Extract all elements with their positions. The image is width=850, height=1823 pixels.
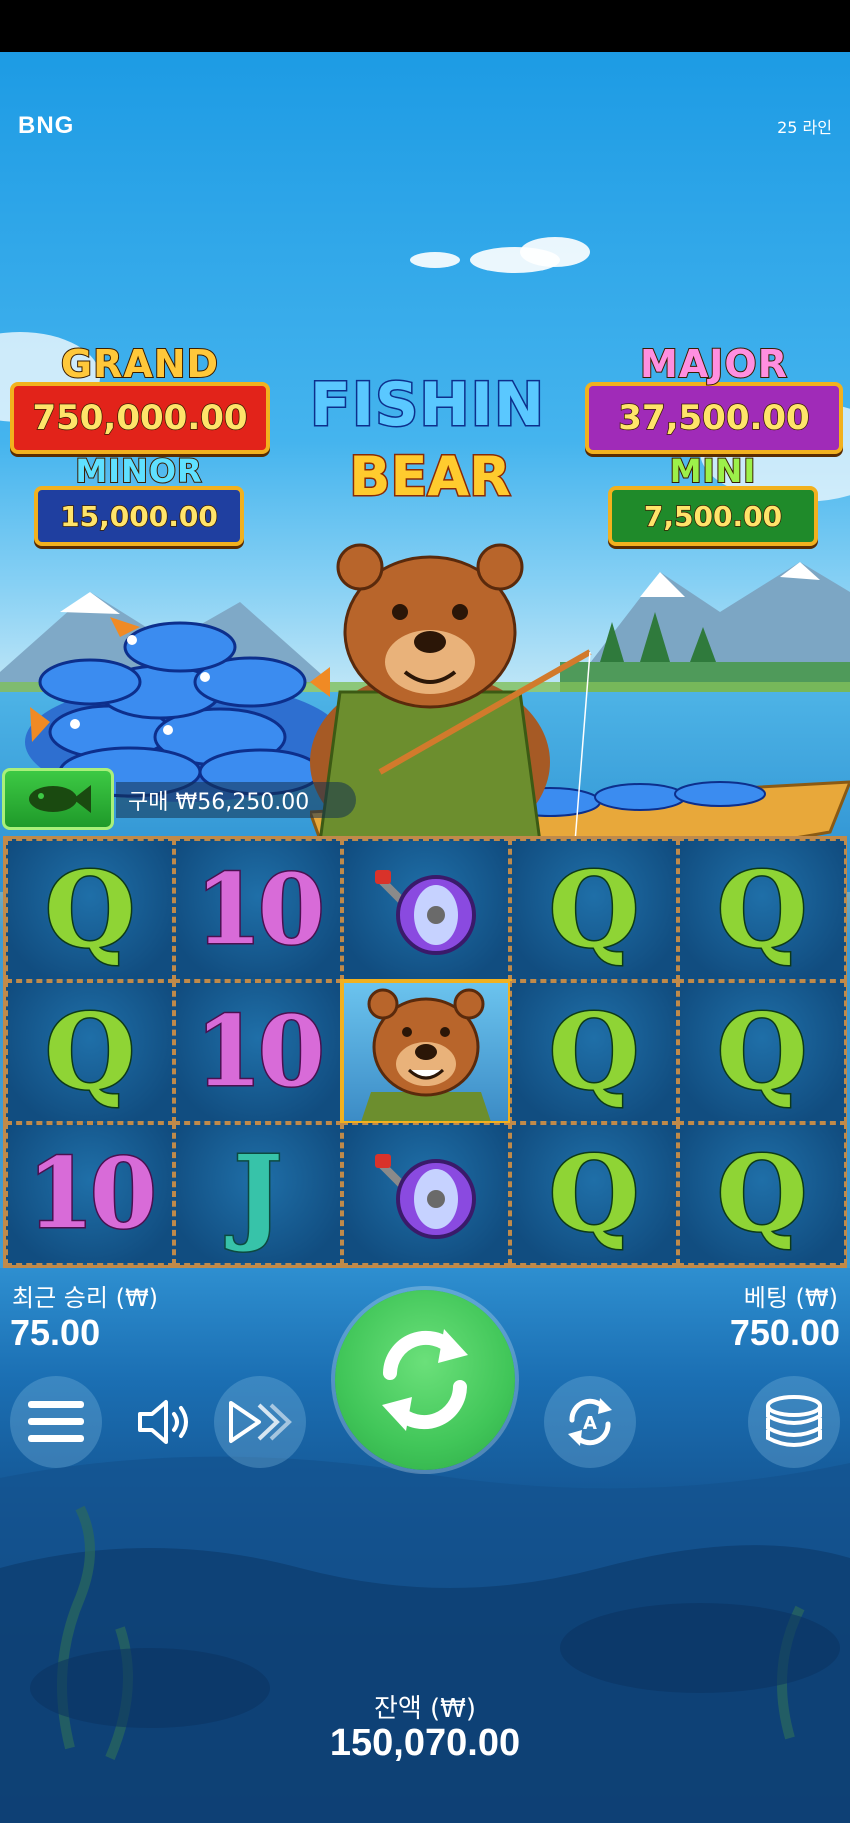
spin-button[interactable] bbox=[335, 1290, 515, 1470]
symbol-q: Q bbox=[547, 1132, 641, 1255]
coins-icon bbox=[766, 1395, 822, 1447]
sound-icon bbox=[138, 1400, 188, 1444]
jackpot-minor-value: 15,000.00 bbox=[34, 486, 244, 546]
bear-icon bbox=[361, 988, 491, 1121]
reel-cell-wild bbox=[340, 979, 512, 1125]
reel-grid: Q 10 Q Q Q 10 Q Q 10 J Q Q bbox=[3, 836, 847, 1268]
jackpot-mini-label: MINI bbox=[669, 451, 757, 491]
balance-label: 잔액 (₩) bbox=[373, 1694, 477, 1724]
provider-logo: BNG bbox=[18, 112, 75, 139]
reel-cell: 10 bbox=[174, 981, 342, 1123]
status-bar bbox=[0, 0, 850, 52]
fish-icon bbox=[29, 785, 91, 813]
symbol-j: J bbox=[232, 1132, 284, 1255]
reel-cell: Q bbox=[678, 981, 846, 1123]
autoplay-button[interactable]: A bbox=[544, 1376, 636, 1468]
jackpot-mini-value: 7,500.00 bbox=[608, 486, 818, 546]
reel-cell bbox=[342, 839, 510, 981]
jackpot-grand-label: GRAND bbox=[60, 341, 220, 387]
symbol-10: 10 bbox=[194, 853, 327, 966]
reel-cell: 10 bbox=[174, 839, 342, 981]
reel-cell bbox=[342, 1123, 510, 1265]
symbol-q: Q bbox=[43, 990, 137, 1113]
sound-button[interactable] bbox=[120, 1376, 212, 1468]
game-logo-title: FISHIN bbox=[308, 369, 546, 442]
jackpot-mini: MINI 7,500.00 bbox=[608, 451, 818, 546]
symbol-q: Q bbox=[547, 848, 641, 971]
jackpot-major-value: 37,500.00 bbox=[585, 382, 843, 454]
reel-cell: Q bbox=[510, 1123, 678, 1265]
fishing-reel-icon bbox=[375, 870, 476, 955]
symbol-10: 10 bbox=[26, 1137, 159, 1250]
turbo-icon bbox=[229, 1401, 292, 1443]
symbol-q: Q bbox=[547, 990, 641, 1113]
menu-button[interactable] bbox=[10, 1376, 102, 1468]
reel-cell: Q bbox=[678, 839, 846, 981]
last-win-label: 최근 승리 (₩) bbox=[12, 1284, 159, 1312]
reel-cell: Q bbox=[510, 839, 678, 981]
game-logo-subtitle: BEAR bbox=[348, 444, 512, 510]
buy-feature-panel: 구매 ₩56,250.00 bbox=[0, 762, 356, 830]
bet-value: 750.00 bbox=[729, 1312, 840, 1353]
symbol-10: 10 bbox=[194, 995, 327, 1108]
buy-feature-price-tag[interactable]: 구매 ₩56,250.00 bbox=[116, 782, 356, 818]
spin-icon bbox=[382, 1329, 468, 1431]
symbol-q: Q bbox=[43, 848, 137, 971]
menu-icon bbox=[28, 1401, 84, 1442]
buy-feature-label: 구매 ₩56,250.00 bbox=[128, 790, 310, 815]
symbol-q: Q bbox=[715, 848, 809, 971]
reel-cell: Q bbox=[510, 981, 678, 1123]
balance-value: 150,070.00 bbox=[329, 1722, 521, 1764]
svg-text:A: A bbox=[583, 1413, 597, 1434]
jackpot-grand-value: 750,000.00 bbox=[10, 382, 270, 454]
jackpot-grand: GRAND 750,000.00 bbox=[10, 341, 270, 454]
symbol-q: Q bbox=[715, 990, 809, 1113]
reel-cell: 10 bbox=[6, 1123, 174, 1265]
paylines-count: 25 라인 bbox=[777, 118, 832, 137]
jackpot-minor: MINOR 15,000.00 bbox=[34, 451, 244, 546]
jackpot-major: MAJOR 37,500.00 bbox=[585, 341, 843, 454]
reel-cell: Q bbox=[6, 981, 174, 1123]
last-win-value: 75.00 bbox=[10, 1312, 101, 1353]
bet-settings-button[interactable] bbox=[748, 1376, 840, 1468]
bet-label: 베팅 (₩) bbox=[743, 1284, 838, 1312]
jackpot-major-label: MAJOR bbox=[639, 341, 788, 387]
reel-cell: J bbox=[174, 1123, 342, 1265]
turbo-button[interactable] bbox=[214, 1376, 306, 1468]
autoplay-icon: A bbox=[568, 1398, 612, 1446]
symbol-q: Q bbox=[715, 1132, 809, 1255]
reel-cell: Q bbox=[6, 839, 174, 981]
fishing-reel-icon bbox=[375, 1154, 476, 1239]
reel-cell: Q bbox=[678, 1123, 846, 1265]
jackpot-minor-label: MINOR bbox=[74, 451, 203, 491]
buy-feature-button[interactable] bbox=[2, 768, 114, 830]
